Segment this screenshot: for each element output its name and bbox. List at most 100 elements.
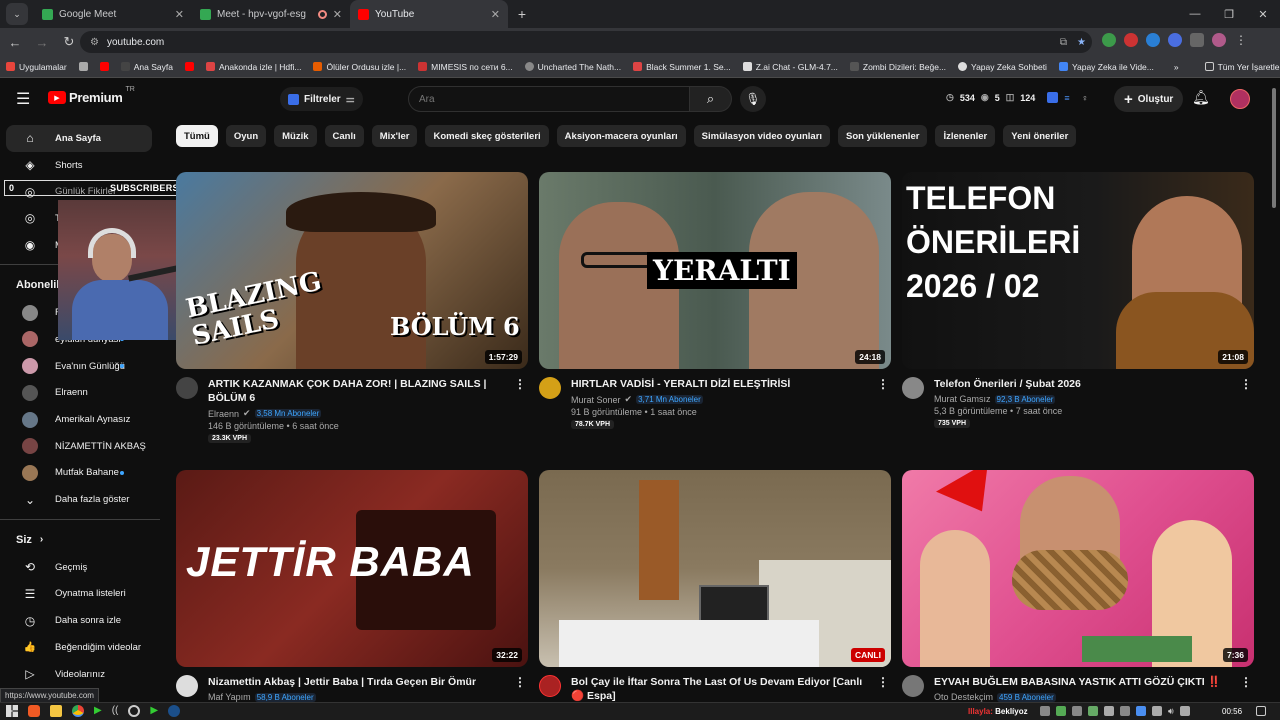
video-title[interactable]: Telefon Önerileri / Şubat 2026 <box>934 377 1234 391</box>
avatar[interactable] <box>1230 89 1250 109</box>
browser-tab-active[interactable]: YouTube ✕ <box>350 0 508 28</box>
channel-avatar[interactable] <box>902 675 924 697</box>
video-card[interactable]: JETTİR BABA 32:22 Nizamettin Akbaş | Jet… <box>176 470 528 702</box>
chip[interactable]: İzlenenler <box>935 125 996 147</box>
subscription-item[interactable]: Amerikalı Aynasız <box>6 406 152 433</box>
subscription-item[interactable]: Elraenn <box>6 380 152 407</box>
install-icon[interactable]: ⧉ <box>1060 37 1067 48</box>
more-options-icon[interactable]: ⋮ <box>514 675 526 689</box>
bookmark-item[interactable]: Z.ai Chat - GLM-4.7... <box>737 62 844 72</box>
more-options-icon[interactable]: ⋮ <box>877 675 889 689</box>
more-options-icon[interactable]: ⋮ <box>877 377 889 391</box>
scrollbar-thumb[interactable] <box>1272 88 1276 208</box>
start-icon[interactable] <box>6 705 18 717</box>
video-thumbnail[interactable]: JETTİR BABA 32:22 <box>176 470 528 667</box>
folder-icon[interactable] <box>50 705 62 717</box>
subscription-item[interactable]: NİZAMETTİN AKBAŞ <box>6 433 152 460</box>
tray-icon[interactable] <box>1072 706 1082 716</box>
channel-name[interactable]: Oto Destekçim <box>934 692 993 702</box>
sidebar-item-playlists[interactable]: ☰ Oynatma listeleri <box>6 581 152 608</box>
extension-icon[interactable] <box>1146 33 1160 47</box>
speaker-icon[interactable]: 🔊︎ <box>1168 706 1174 717</box>
tray-icon[interactable] <box>1104 706 1114 716</box>
channel-name[interactable]: Maf Yapım <box>208 692 251 702</box>
microphone-icon[interactable]: 🎙 <box>740 86 766 112</box>
bookmark-star-icon[interactable]: ★ <box>1077 37 1086 48</box>
you-heading[interactable]: Siz › <box>0 526 160 554</box>
browser-tab[interactable]: Google Meet ✕ <box>34 0 192 28</box>
chip[interactable]: Son yüklenenler <box>838 125 928 147</box>
video-thumbnail[interactable]: TELEFON ÖNERİLERİ 2026 / 02 21:08 <box>902 172 1254 369</box>
video-thumbnail[interactable]: BLAZING SAILS BÖLÜM 6 1:57:29 <box>176 172 528 369</box>
video-title[interactable]: Bol Çay ile İftar Sonra The Last Of Us D… <box>571 675 871 703</box>
bookmark-item[interactable]: Zombi Dizileri: Beğe... <box>844 62 952 72</box>
tray-icon[interactable] <box>1040 706 1050 716</box>
more-options-icon[interactable]: ⋮ <box>1240 675 1252 689</box>
profile-icon[interactable] <box>1212 33 1226 47</box>
forward-icon[interactable]: → <box>30 30 54 54</box>
tray-icon[interactable] <box>1088 706 1098 716</box>
tab-search-button[interactable]: ⌄ <box>6 3 28 25</box>
tray-icon[interactable] <box>1120 706 1130 716</box>
search-input[interactable] <box>408 86 690 112</box>
close-tab-icon[interactable]: ✕ <box>175 8 184 21</box>
chip[interactable]: Yeni öneriler <box>1003 125 1077 147</box>
channel-name[interactable]: Murat Soner <box>571 395 621 405</box>
bookmark-item[interactable] <box>179 62 200 71</box>
media-icon[interactable]: ▶ <box>150 705 158 717</box>
page-scrollbar[interactable] <box>1272 82 1278 702</box>
extension-icon[interactable] <box>1168 33 1182 47</box>
video-thumbnail[interactable]: YERALTI 24:18 <box>539 172 891 369</box>
brave-icon[interactable] <box>28 705 40 717</box>
taskbar-clock[interactable]: 00:56 <box>1222 707 1242 716</box>
video-card[interactable]: CANLI Bol Çay ile İftar Sonra The Last O… <box>539 470 891 703</box>
video-card[interactable]: TELEFON ÖNERİLERİ 2026 / 02 21:08 Telefo… <box>902 172 1254 428</box>
channel-avatar[interactable] <box>176 377 198 399</box>
video-thumbnail[interactable]: CANLI <box>539 470 891 667</box>
more-options-icon[interactable]: ⋮ <box>514 377 526 391</box>
menu-dots-icon[interactable]: ⋮ <box>1234 33 1248 47</box>
sidebar-item-history[interactable]: ⟲ Geçmiş <box>6 554 152 581</box>
video-card[interactable]: YERALTI 24:18 HIRTLAR VADİSİ - YERALTI D… <box>539 172 891 429</box>
sidebar-item-watch-later[interactable]: ◷ Daha sonra izle <box>6 607 152 634</box>
bookmark-item[interactable]: Black Summer 1. Se... <box>627 62 737 72</box>
chip[interactable]: Komedi skeç gösterileri <box>425 125 549 147</box>
bookmark-item[interactable] <box>94 62 115 71</box>
more-options-icon[interactable]: ⋮ <box>1240 377 1252 391</box>
channel-name[interactable]: Elraenn <box>208 409 239 419</box>
broadcast-icon[interactable]: (( <box>112 705 119 717</box>
tray-icon[interactable] <box>1152 706 1162 716</box>
channel-avatar[interactable] <box>902 377 924 399</box>
video-title[interactable]: HIRTLAR VADİSİ - YERALTI DİZİ ELEŞTİRİSİ <box>571 377 871 391</box>
hamburger-menu-icon[interactable]: ☰ <box>16 89 30 109</box>
bookmark-item[interactable]: Uygulamalar <box>0 62 73 72</box>
chip[interactable]: Simülasyon video oyunları <box>693 125 831 147</box>
bookmark-item[interactable]: Yapay Zeka ile Vide... <box>1053 62 1160 72</box>
video-card[interactable]: 7:36 EYVAH BUĞLEM BABASINA YASTIK ATTI G… <box>902 470 1254 702</box>
chip[interactable]: Tümü <box>176 125 218 147</box>
new-tab-button[interactable]: + <box>508 0 536 28</box>
puzzle-icon[interactable] <box>1190 33 1204 47</box>
video-title[interactable]: ARTIK KAZANMAK ÇOK DAHA ZOR! | BLAZING S… <box>208 377 508 405</box>
sidebar-item-home[interactable]: ⌂ Ana Sayfa <box>6 125 152 152</box>
tray-icon[interactable] <box>1136 706 1146 716</box>
play-icon[interactable]: ▶ <box>94 705 102 717</box>
chip[interactable]: Aksiyon-macera oyunları <box>556 125 686 147</box>
bookmark-item[interactable]: Anakonda izle | Hdfi... <box>200 62 308 72</box>
create-button[interactable]: + Oluştur <box>1114 86 1184 112</box>
extension-icon[interactable] <box>1047 92 1059 103</box>
obs-icon[interactable] <box>128 705 141 717</box>
sidebar-item-liked[interactable]: 👍 Beğendiğim videolar <box>6 634 152 661</box>
close-tab-icon[interactable]: ✕ <box>491 8 500 21</box>
bookmark-item[interactable]: Uncharted The Nath... <box>519 62 627 72</box>
address-input[interactable]: ⚙ youtube.com ⧉ ★ <box>80 31 1092 53</box>
chip[interactable]: Canlı <box>324 125 364 147</box>
list-icon[interactable]: ≡ <box>1064 93 1069 103</box>
tray-icon[interactable] <box>1056 706 1066 716</box>
bell-icon[interactable]: 🔔︎ <box>1192 89 1210 106</box>
bookmark-item[interactable]: MIMESIS по сети 6... <box>412 62 518 72</box>
bookmark-item[interactable]: Ana Sayfa <box>115 62 179 72</box>
close-window-icon[interactable]: ✕ <box>1246 0 1280 28</box>
channel-avatar[interactable] <box>539 377 561 399</box>
minimize-icon[interactable]: — <box>1178 0 1212 28</box>
